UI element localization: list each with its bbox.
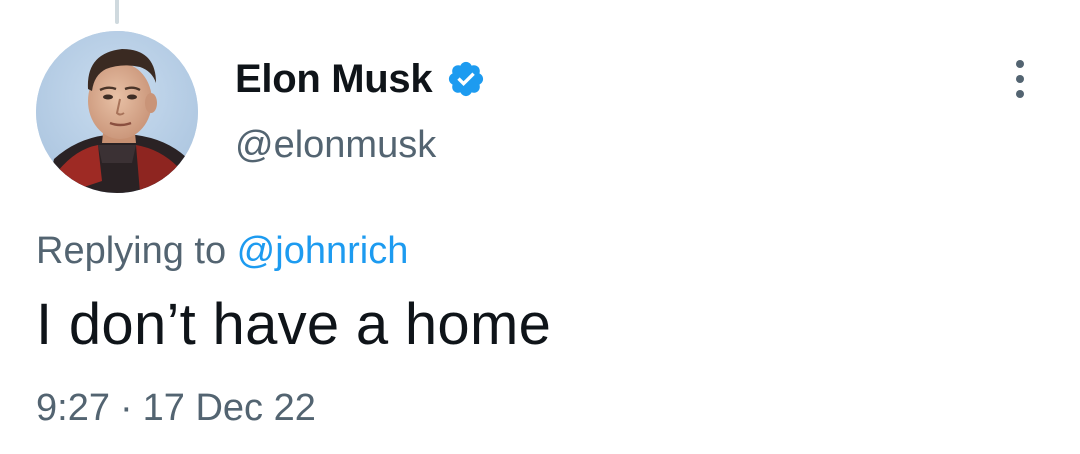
tweet-text: I don’t have a home <box>36 292 552 357</box>
verified-badge-icon <box>449 61 484 97</box>
thread-connector-line <box>115 0 119 24</box>
timestamp-row: 9:27 · 17 Dec 22 <box>36 383 316 433</box>
more-options-button[interactable] <box>1002 56 1038 102</box>
replying-to-label: Replying to <box>36 230 237 272</box>
author-name-row: Elon Musk <box>235 55 486 103</box>
tweet-date[interactable]: 17 Dec 22 <box>143 387 316 429</box>
reply-target-link[interactable]: @johnrich <box>237 230 409 272</box>
profile-photo <box>36 31 198 193</box>
author-handle[interactable]: @elonmusk <box>235 122 436 168</box>
timestamp-separator: · <box>119 387 133 429</box>
avatar[interactable] <box>36 31 198 193</box>
author-display-name[interactable]: Elon Musk <box>235 55 433 103</box>
more-options-icon <box>1016 60 1024 68</box>
replying-to-line: Replying to @johnrich <box>36 226 408 276</box>
more-options-icon-dot <box>1016 90 1024 98</box>
tweet-time[interactable]: 9:27 <box>36 387 110 429</box>
more-options-icon-dot <box>1016 75 1024 83</box>
